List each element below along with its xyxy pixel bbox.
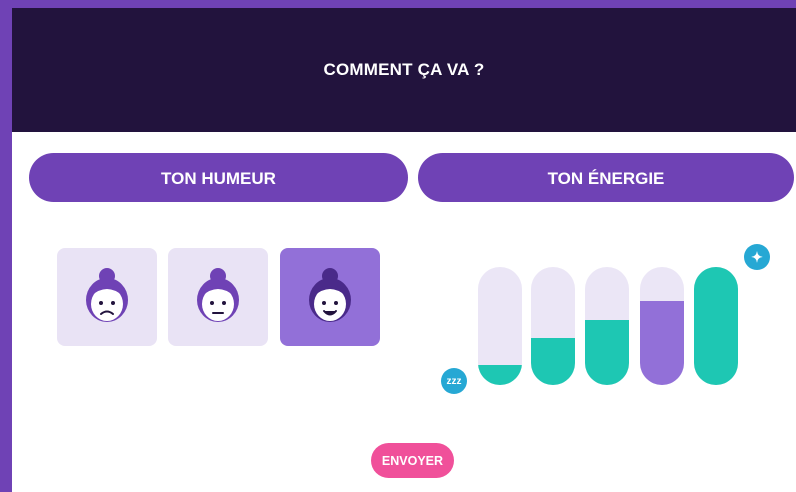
frame-left <box>0 0 12 492</box>
energy-level-2[interactable] <box>531 267 575 385</box>
send-button-label: ENVOYER <box>381 453 444 468</box>
tab-mood-label: TON HUMEUR <box>161 169 276 188</box>
energy-fill-5 <box>694 267 738 385</box>
neutral-face-icon <box>197 268 239 322</box>
page-title: COMMENT ÇA VA ? <box>323 60 485 79</box>
energy-level-4[interactable] <box>640 267 684 385</box>
tab-energy[interactable]: TON ÉNERGIE <box>418 153 794 202</box>
energy-fill-4 <box>640 301 684 385</box>
energy-fill-2 <box>531 337 575 385</box>
tab-mood[interactable]: TON HUMEUR <box>29 153 408 202</box>
energy-fill-1 <box>478 364 522 385</box>
energy-fill-3 <box>585 320 629 385</box>
happy-face-icon <box>309 268 351 322</box>
sparkle-glyph: ✦ <box>751 248 763 265</box>
header-bar: COMMENT ÇA VA ? <box>12 8 796 132</box>
sparkle-energy-icon: ✦ <box>744 244 770 270</box>
mood-option-sad[interactable] <box>57 248 157 346</box>
energy-level-3[interactable] <box>585 267 629 385</box>
frame-top <box>0 0 796 8</box>
sleep-zzz-icon: zzz <box>441 368 467 394</box>
sleep-zzz-glyph: zzz <box>446 375 462 387</box>
tab-energy-label: TON ÉNERGIE <box>547 169 665 188</box>
energy-level-1[interactable] <box>478 267 522 385</box>
energy-level-5[interactable] <box>694 267 738 385</box>
mood-option-happy[interactable] <box>280 248 380 346</box>
mood-option-neutral[interactable] <box>168 248 268 346</box>
sad-face-icon <box>86 268 128 322</box>
send-button[interactable]: ENVOYER <box>371 443 454 478</box>
